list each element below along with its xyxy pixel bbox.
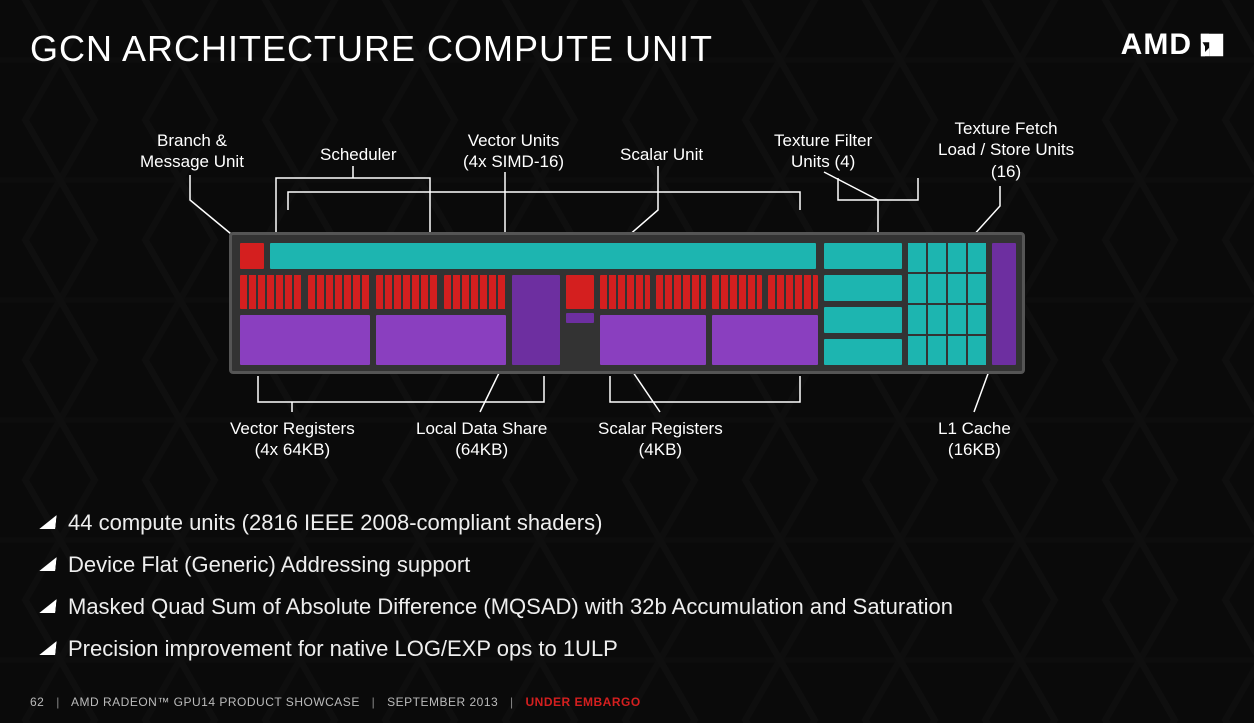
label-texture-filter: Texture FilterUnits (4) bbox=[774, 130, 872, 173]
texture-fetch-grid bbox=[908, 243, 986, 365]
amd-logo: AMD bbox=[1121, 28, 1226, 62]
footer-date: SEPTEMBER 2013 bbox=[387, 695, 498, 709]
vector-registers-block bbox=[376, 315, 506, 365]
label-scalar-unit: Scalar Unit bbox=[620, 144, 703, 165]
label-scheduler: Scheduler bbox=[320, 144, 397, 165]
vector-registers-block bbox=[712, 315, 818, 365]
bullet-item: Masked Quad Sum of Absolute Difference (… bbox=[40, 594, 953, 620]
vector-registers-block bbox=[600, 315, 706, 365]
vector-unit-simd bbox=[376, 275, 438, 309]
texture-filter-block-2 bbox=[824, 275, 902, 301]
vector-unit-simd bbox=[308, 275, 370, 309]
footer-product: AMD RADEON™ GPU14 PRODUCT SHOWCASE bbox=[71, 695, 360, 709]
vector-unit-simd bbox=[656, 275, 706, 309]
label-scalar-registers: Scalar Registers(4KB) bbox=[598, 418, 723, 461]
label-branch-message: Branch &Message Unit bbox=[140, 130, 244, 173]
label-l1-cache: L1 Cache(16KB) bbox=[938, 418, 1011, 461]
slide-footer: 62 | AMD RADEON™ GPU14 PRODUCT SHOWCASE … bbox=[30, 695, 641, 709]
scalar-registers-block bbox=[566, 313, 594, 323]
vector-unit-simd bbox=[600, 275, 650, 309]
diagram-stage: Branch &Message Unit Scheduler Vector Un… bbox=[0, 100, 1254, 490]
vector-unit-simd bbox=[712, 275, 762, 309]
bullet-list: 44 compute units (2816 IEEE 2008-complia… bbox=[40, 510, 953, 678]
label-vector-units: Vector Units(4x SIMD-16) bbox=[463, 130, 564, 173]
amd-logo-text: AMD bbox=[1121, 28, 1192, 62]
bullet-item: Device Flat (Generic) Addressing support bbox=[40, 552, 953, 578]
label-vector-registers: Vector Registers(4x 64KB) bbox=[230, 418, 355, 461]
vector-unit-simd bbox=[768, 275, 818, 309]
vector-unit-simd bbox=[444, 275, 506, 309]
texture-filter-block-4 bbox=[824, 339, 902, 365]
texture-filter-block-1 bbox=[824, 243, 902, 269]
label-texture-fetch: Texture FetchLoad / Store Units(16) bbox=[938, 118, 1074, 182]
label-local-data-share: Local Data Share(64KB) bbox=[416, 418, 547, 461]
amd-arrow-icon bbox=[1198, 31, 1226, 59]
bullet-item: Precision improvement for native LOG/EXP… bbox=[40, 636, 953, 662]
slide-title: GCN ARCHITECTURE COMPUTE UNIT bbox=[30, 28, 713, 70]
l1-cache-block bbox=[992, 243, 1016, 365]
scalar-unit-block bbox=[566, 275, 594, 309]
branch-message-unit-block bbox=[240, 243, 264, 269]
vector-registers-block bbox=[240, 315, 370, 365]
scheduler-block bbox=[270, 243, 816, 269]
compute-unit-box bbox=[229, 232, 1025, 374]
local-data-share-block bbox=[512, 275, 560, 365]
texture-filter-block-3 bbox=[824, 307, 902, 333]
bullet-item: 44 compute units (2816 IEEE 2008-complia… bbox=[40, 510, 953, 536]
vector-unit-simd bbox=[240, 275, 302, 309]
footer-embargo: UNDER EMBARGO bbox=[526, 695, 641, 709]
footer-page: 62 bbox=[30, 695, 44, 709]
